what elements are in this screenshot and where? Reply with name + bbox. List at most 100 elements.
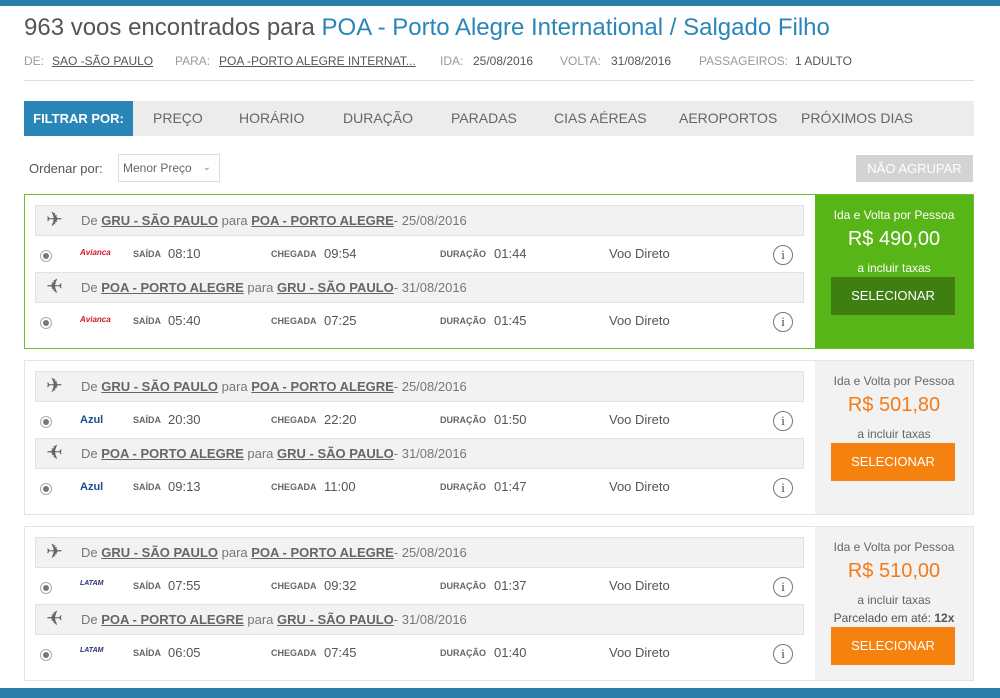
flight-type: Voo Direto [609, 645, 670, 660]
leg-de: De [81, 280, 102, 295]
arrival-time: 22:20 [324, 412, 357, 427]
to-value[interactable]: POA -PORTO ALEGRE INTERNAT... [219, 54, 416, 68]
flight-row[interactable]: LATAM SAÍDA 07:55 CHEGADA 09:32 DURAÇÃO … [35, 570, 804, 606]
filter-tab-next-days[interactable]: PRÓXIMOS DIAS [801, 101, 913, 136]
leg-origin[interactable]: GRU - SÃO PAULO [101, 213, 218, 228]
select-button[interactable]: SELECIONAR [831, 627, 955, 665]
arrival-time: 11:00 [324, 479, 356, 494]
flight-row[interactable]: Avianca SAÍDA 05:40 CHEGADA 07:25 DURAÇÃ… [35, 305, 804, 341]
price-panel: Ida e Volta por Pessoa R$ 501,80 a inclu… [815, 361, 973, 514]
info-icon[interactable]: i [773, 577, 793, 597]
airline-logo: LATAM [80, 580, 104, 587]
leg-destination[interactable]: GRU - SÃO PAULO [277, 446, 394, 461]
leg-origin[interactable]: POA - PORTO ALEGRE [101, 280, 244, 295]
leg-destination[interactable]: GRU - SÃO PAULO [277, 612, 394, 627]
leg-date: - 25/08/2016 [393, 213, 467, 228]
flight-row[interactable]: Azul SAÍDA 20:30 CHEGADA 22:20 DURAÇÃO 0… [35, 404, 804, 440]
passengers-value: 1 ADULTO [795, 54, 852, 68]
departure-time: 08:10 [168, 246, 201, 261]
info-icon[interactable]: i [773, 644, 793, 664]
airplane-icon: ✈ [46, 442, 63, 464]
price-label: Ida e Volta por Pessoa [833, 540, 955, 554]
sort-select[interactable]: Menor Preço ⌄ [118, 154, 220, 182]
flight-radio[interactable] [40, 649, 52, 661]
airplane-icon: ✈ [46, 608, 63, 630]
airline-logo: Avianca [80, 248, 111, 257]
departure-time: 20:30 [168, 412, 201, 427]
leg-origin[interactable]: POA - PORTO ALEGRE [101, 446, 244, 461]
chevron-down-icon: ⌄ [202, 162, 211, 173]
filter-tab-time[interactable]: HORÁRIO [239, 101, 304, 136]
departure-time: 07:55 [168, 578, 201, 593]
filter-tab-price[interactable]: PREÇO [153, 101, 203, 136]
flight-radio[interactable] [40, 483, 52, 495]
flight-radio[interactable] [40, 582, 52, 594]
leg-de: De [81, 612, 102, 627]
leg-origin[interactable]: GRU - SÃO PAULO [101, 379, 218, 394]
result-card: ✈ De GRU - SÃO PAULO para POA - PORTO AL… [24, 360, 974, 515]
leg-origin[interactable]: GRU - SÃO PAULO [101, 545, 218, 560]
info-icon[interactable]: i [773, 478, 793, 498]
leg-de: De [81, 545, 102, 560]
filter-tab-airlines[interactable]: CIAS AÉREAS [554, 101, 647, 136]
result-card: ✈ De GRU - SÃO PAULO para POA - PORTO AL… [24, 194, 974, 349]
departure-label: SAÍDA [133, 249, 162, 259]
flight-row[interactable]: LATAM SAÍDA 06:05 CHEGADA 07:45 DURAÇÃO … [35, 637, 804, 673]
taxes-note: a incluir taxas [857, 593, 931, 607]
airline-logo: Azul [80, 414, 104, 426]
info-icon[interactable]: i [773, 245, 793, 265]
sort-value: Menor Preço [123, 161, 192, 175]
duration-value: 01:47 [494, 479, 527, 494]
leg-destination[interactable]: POA - PORTO ALEGRE [251, 213, 394, 228]
price-panel: Ida e Volta por Pessoa R$ 510,00 a inclu… [815, 527, 973, 680]
leg-destination[interactable]: GRU - SÃO PAULO [277, 280, 394, 295]
flight-radio[interactable] [40, 250, 52, 262]
departure-label: SAÍDA [133, 316, 162, 326]
departure-label: SAÍDA [133, 581, 162, 591]
filter-tab-stops[interactable]: PARADAS [451, 101, 517, 136]
flight-type: Voo Direto [609, 246, 670, 261]
arrival-label: CHEGADA [271, 249, 317, 259]
arrival-time: 07:25 [324, 313, 357, 328]
filter-heading: FILTRAR POR: [24, 101, 133, 136]
flight-radio[interactable] [40, 416, 52, 428]
leg-destination[interactable]: POA - PORTO ALEGRE [251, 545, 394, 560]
filter-tab-duration[interactable]: DURAÇÃO [343, 101, 413, 136]
duration-label: DURAÇÃO [440, 316, 486, 326]
leg-para: para [218, 213, 252, 228]
departure-time: 06:05 [168, 645, 201, 660]
depart-label: IDA: [440, 54, 464, 68]
leg-para: para [243, 446, 278, 461]
no-group-button[interactable]: NÃO AGRUPAR [856, 155, 973, 182]
installments-label: Parcelado em até: [833, 611, 935, 625]
airplane-icon: ✈ [46, 276, 63, 298]
from-value[interactable]: SAO -SÃO PAULO [52, 54, 153, 68]
top-bar [0, 0, 1000, 6]
arrival-time: 07:45 [324, 645, 357, 660]
filter-tab-airports[interactable]: AEROPORTOS [679, 101, 777, 136]
flight-row[interactable]: Avianca SAÍDA 08:10 CHEGADA 09:54 DURAÇÃ… [35, 238, 804, 274]
flight-radio[interactable] [40, 317, 52, 329]
return-label: VOLTA: [560, 54, 601, 68]
info-icon[interactable]: i [773, 411, 793, 431]
to-label: PARA: [175, 54, 211, 68]
airplane-icon: ✈ [46, 541, 63, 563]
flight-row[interactable]: Azul SAÍDA 09:13 CHEGADA 11:00 DURAÇÃO 0… [35, 471, 804, 507]
select-button[interactable]: SELECIONAR [831, 277, 955, 315]
leg-origin[interactable]: POA - PORTO ALEGRE [101, 612, 244, 627]
filter-bar: FILTRAR POR: PREÇO HORÁRIO DURAÇÃO PARAD… [24, 101, 974, 136]
select-button[interactable]: SELECIONAR [831, 443, 955, 481]
arrival-label: CHEGADA [271, 415, 317, 425]
price-amount: R$ 510,00 [847, 560, 941, 582]
bottom-bar [0, 688, 1000, 698]
leg-header: ✈ De POA - PORTO ALEGRE para GRU - SÃO P… [35, 272, 804, 303]
title-destination: POA - Porto Alegre International / Salga… [321, 14, 830, 41]
info-icon[interactable]: i [773, 312, 793, 332]
depart-value: 25/08/2016 [473, 54, 534, 68]
leg-destination[interactable]: POA - PORTO ALEGRE [251, 379, 394, 394]
duration-label: DURAÇÃO [440, 581, 486, 591]
airplane-icon: ✈ [46, 209, 63, 231]
leg-header: ✈ De GRU - SÃO PAULO para POA - PORTO AL… [35, 537, 804, 568]
departure-time: 09:13 [168, 479, 201, 494]
page-title: 963 voos encontrados para POA - Porto Al… [24, 14, 830, 42]
